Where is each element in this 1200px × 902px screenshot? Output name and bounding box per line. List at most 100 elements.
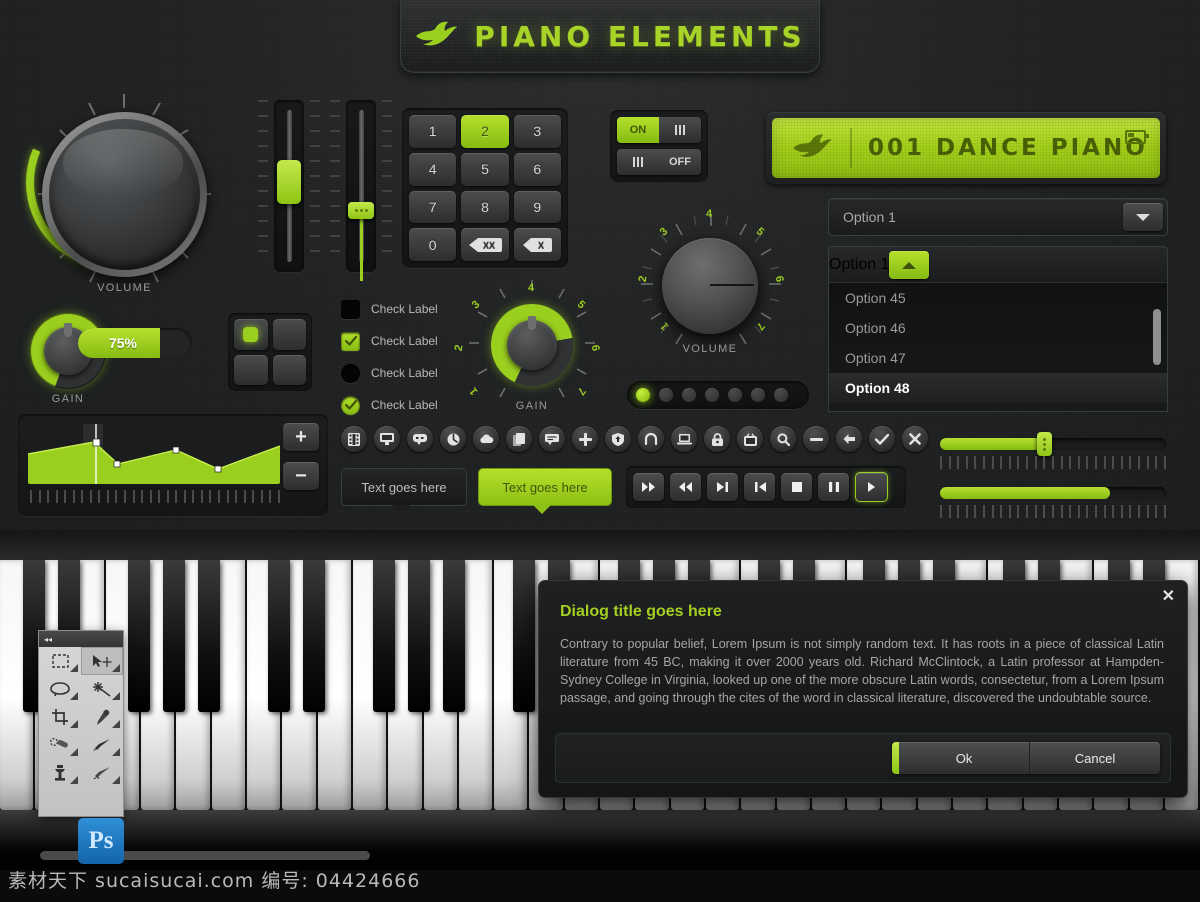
cancel-button[interactable]: Cancel [1030, 742, 1160, 774]
chevron-up-icon[interactable] [889, 251, 930, 279]
radio-row[interactable]: Check Label [341, 389, 438, 421]
search-icon[interactable] [770, 426, 796, 452]
radio-row[interactable]: Check Label [341, 357, 438, 389]
minus-icon[interactable] [803, 426, 829, 452]
back-arrow-icon[interactable] [836, 426, 862, 452]
led-indicator[interactable] [705, 388, 719, 402]
copy-icon[interactable] [506, 426, 532, 452]
pad-button-2[interactable] [272, 319, 306, 350]
tooltip-dark[interactable]: Text goes here [341, 468, 467, 514]
h-slider-1[interactable] [940, 432, 1166, 456]
led-indicator[interactable] [636, 388, 650, 402]
fast-forward-button[interactable] [633, 473, 664, 501]
dropdown-option-list[interactable]: Option 45 Option 46 Option 47 Option 48 [828, 282, 1168, 412]
lock-icon[interactable] [704, 426, 730, 452]
numpad-clear-all-button[interactable]: XX [461, 228, 509, 261]
piano-black-key[interactable] [443, 560, 465, 712]
close-icon[interactable]: ✕ [1162, 589, 1175, 605]
numpad-key-0[interactable]: 0 [409, 228, 457, 261]
gain-value-bar[interactable]: 75% [78, 328, 192, 358]
next-track-button[interactable] [707, 473, 738, 501]
previous-track-button[interactable] [744, 473, 775, 501]
move-tool-icon[interactable] [81, 647, 123, 675]
h-slider-2[interactable] [940, 487, 1166, 499]
piano-black-key[interactable] [408, 560, 430, 712]
dropdown-option[interactable]: Option 47 [829, 343, 1167, 373]
dropdown-option[interactable]: Option 45 [829, 283, 1167, 313]
close-icon[interactable] [902, 426, 928, 452]
eyedropper-tool-icon[interactable] [81, 703, 123, 731]
piano-black-key[interactable] [163, 560, 185, 712]
chevron-down-icon[interactable] [1123, 203, 1163, 231]
numpad-key-3[interactable]: 3 [513, 115, 561, 148]
numpad-key-7[interactable]: 7 [409, 190, 457, 224]
dropdown-scrollbar[interactable] [1153, 309, 1161, 365]
numpad-key-8[interactable]: 8 [461, 190, 509, 224]
center-gain-knob[interactable] [483, 296, 581, 394]
numpad-key-5[interactable]: 5 [461, 152, 509, 186]
checkbox-square-unchecked-icon[interactable] [341, 299, 360, 319]
led-indicator[interactable] [682, 388, 696, 402]
led-indicator[interactable] [751, 388, 765, 402]
laptop-icon[interactable] [671, 426, 697, 452]
led-indicator[interactable] [728, 388, 742, 402]
toggle-off[interactable]: OFF [617, 149, 701, 175]
checkbox-square-checked-icon[interactable] [341, 331, 360, 351]
tv-icon[interactable] [737, 426, 763, 452]
healing-brush-tool-icon[interactable] [39, 731, 81, 759]
history-brush-tool-icon[interactable] [81, 759, 123, 787]
fader-1-thumb[interactable] [277, 160, 301, 204]
stop-button[interactable] [781, 473, 812, 501]
fader-2-thumb[interactable] [348, 202, 374, 219]
piano-black-key[interactable] [198, 560, 220, 712]
check-icon[interactable] [869, 426, 895, 452]
led-indicator[interactable] [659, 388, 673, 402]
ok-button[interactable]: Ok [899, 742, 1029, 774]
piano-black-key[interactable] [128, 560, 150, 712]
tooltip-green[interactable]: Text goes here [478, 468, 612, 514]
dropdown-closed[interactable]: Option 1 [828, 198, 1168, 236]
undo-icon[interactable] [638, 426, 664, 452]
numpad-backspace-button[interactable]: X [513, 228, 561, 261]
fader-2[interactable] [346, 100, 376, 281]
clone-stamp-tool-icon[interactable] [39, 759, 81, 787]
pad-button-3[interactable] [234, 354, 268, 385]
h-slider-1-thumb[interactable] [1037, 432, 1052, 456]
dropdown-option[interactable]: Option 46 [829, 313, 1167, 343]
volume-knob[interactable] [0, 69, 227, 297]
toggle-on[interactable]: ON [617, 117, 701, 143]
marquee-tool-icon[interactable] [39, 647, 81, 675]
dropdown-option-selected[interactable]: Option 48 [829, 373, 1167, 403]
brush-tool-icon[interactable] [81, 731, 123, 759]
power-icon[interactable] [440, 426, 466, 452]
center-volume-knob[interactable] [662, 238, 758, 334]
radio-checked-icon[interactable] [341, 395, 360, 415]
waveform-graph[interactable] [28, 424, 280, 484]
numpad-key-2[interactable]: 2 [461, 115, 509, 148]
rewind-button[interactable] [670, 473, 701, 501]
zoom-out-button[interactable]: − [283, 462, 319, 490]
zoom-in-button[interactable]: + [283, 423, 319, 451]
led-indicator[interactable] [774, 388, 788, 402]
comment-icon[interactable] [539, 426, 565, 452]
pad-button-4[interactable] [272, 354, 306, 385]
shield-icon[interactable] [605, 426, 631, 452]
numpad-key-4[interactable]: 4 [409, 152, 457, 186]
radio-unchecked-icon[interactable] [341, 363, 360, 383]
lasso-tool-icon[interactable] [39, 675, 81, 703]
piano-black-key[interactable] [373, 560, 395, 712]
checkbox-row[interactable]: Check Label [341, 293, 438, 325]
piano-black-key[interactable] [513, 560, 535, 712]
plus-icon[interactable] [572, 426, 598, 452]
pad-button-1[interactable] [234, 319, 268, 350]
numpad-key-6[interactable]: 6 [513, 152, 561, 186]
dropdown-open[interactable]: Option 1 [828, 246, 1168, 283]
checkbox-row[interactable]: Check Label [341, 325, 438, 357]
play-button[interactable] [855, 472, 888, 502]
piano-black-key[interactable] [268, 560, 290, 712]
photoshop-collapse-bar[interactable]: ◂◂ [39, 631, 123, 647]
pause-button[interactable] [818, 473, 849, 501]
numpad-key-9[interactable]: 9 [513, 190, 561, 224]
fader-1[interactable] [274, 100, 304, 272]
magic-wand-tool-icon[interactable] [81, 675, 123, 703]
